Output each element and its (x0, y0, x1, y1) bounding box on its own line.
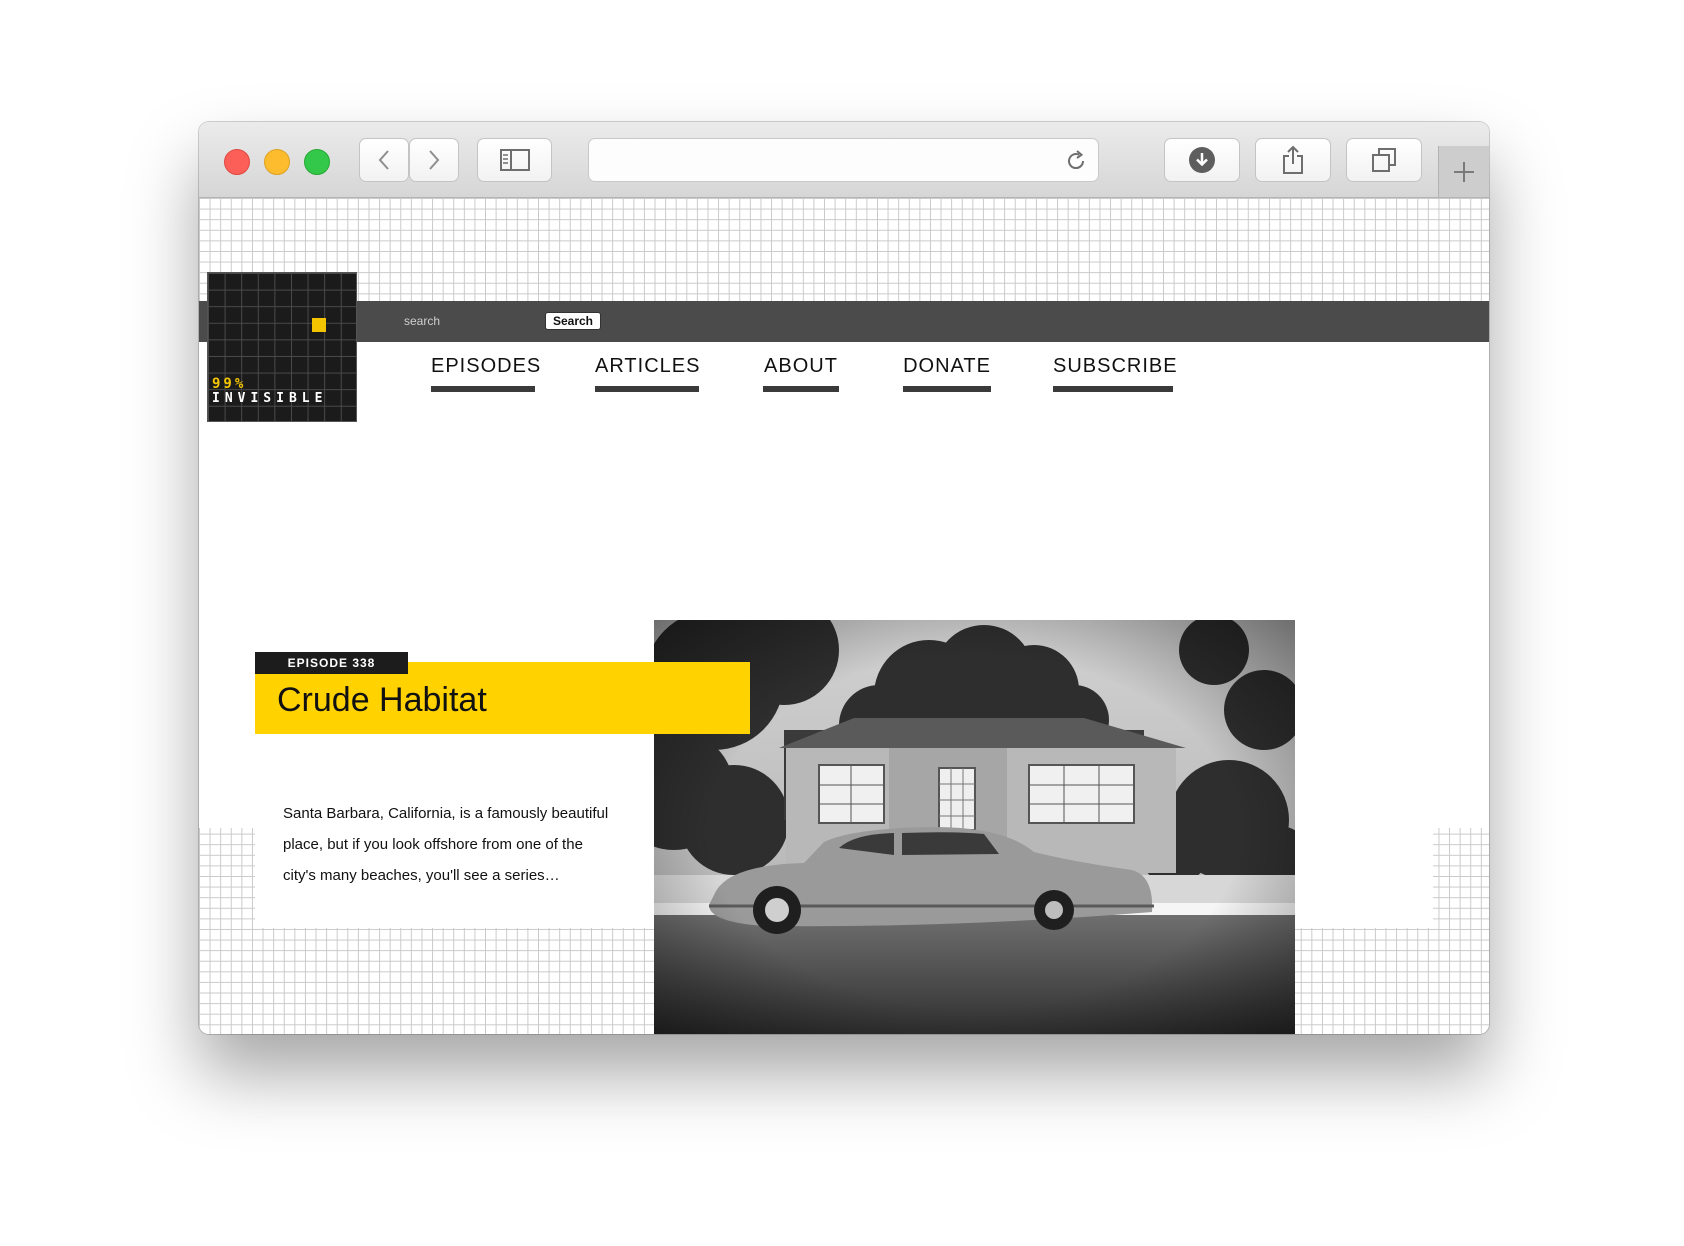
nav-about[interactable]: ABOUT (763, 355, 839, 392)
search-input[interactable] (404, 311, 534, 331)
sidebar-button[interactable] (477, 138, 552, 182)
minimize-window-button[interactable] (264, 149, 290, 175)
chevron-right-icon (429, 150, 440, 170)
share-icon (1283, 145, 1303, 174)
logo-yellow-square (312, 318, 326, 332)
downloads-button[interactable] (1164, 138, 1240, 182)
search-bar: Search (199, 301, 1489, 342)
web-page: Search 99% INVISIBLE EPISODES ARTICLES A… (199, 198, 1489, 1034)
forward-button[interactable] (409, 138, 459, 182)
address-bar[interactable] (588, 138, 1099, 182)
logo-percent: 99% (212, 376, 247, 392)
episode-number-tag: EPISODE 338 (255, 652, 408, 674)
tabs-icon (1372, 148, 1396, 172)
plus-icon (1454, 161, 1474, 182)
search-button[interactable]: Search (545, 312, 601, 330)
logo-word: INVISIBLE (212, 391, 328, 406)
zoom-window-button[interactable] (304, 149, 330, 175)
nav-episodes[interactable]: EPISODES (431, 355, 540, 392)
back-button[interactable] (359, 138, 409, 182)
reload-icon[interactable] (1064, 149, 1088, 173)
browser-window: Search 99% INVISIBLE EPISODES ARTICLES A… (199, 122, 1489, 1034)
new-tab-button[interactable] (1438, 146, 1489, 197)
share-button[interactable] (1255, 138, 1331, 182)
sidebar-icon (499, 149, 530, 171)
episode-title[interactable]: Crude Habitat (277, 681, 487, 720)
download-icon (1189, 147, 1215, 173)
episode-excerpt: Santa Barbara, California, is a famously… (283, 805, 609, 884)
close-window-button[interactable] (224, 149, 250, 175)
browser-toolbar (199, 122, 1489, 198)
nav-subscribe[interactable]: SUBSCRIBE (1053, 355, 1177, 392)
nav-donate[interactable]: DONATE (903, 355, 991, 392)
nav-articles[interactable]: ARTICLES (595, 355, 699, 392)
show-tabs-button[interactable] (1346, 138, 1422, 182)
chevron-left-icon (378, 150, 389, 170)
episode-photo[interactable] (654, 620, 1295, 1034)
house-and-car-image (654, 620, 1295, 1034)
site-logo[interactable]: 99% INVISIBLE (207, 272, 357, 422)
